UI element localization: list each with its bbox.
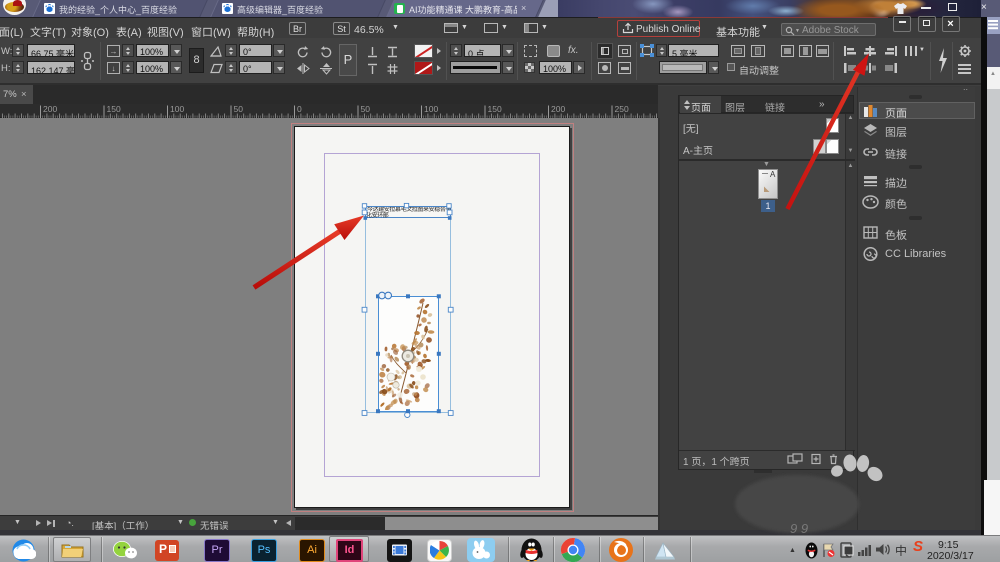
svg-text:50: 50 bbox=[361, 104, 371, 114]
svg-text:9 9: 9 9 bbox=[790, 521, 808, 535]
svg-text:250: 250 bbox=[615, 104, 629, 114]
svg-text:150: 150 bbox=[107, 104, 121, 114]
svg-text:100: 100 bbox=[170, 104, 184, 114]
svg-text:0: 0 bbox=[297, 104, 302, 114]
svg-text:200: 200 bbox=[551, 104, 565, 114]
svg-text:200: 200 bbox=[43, 104, 57, 114]
svg-text:50: 50 bbox=[234, 104, 244, 114]
svg-text:150: 150 bbox=[488, 104, 502, 114]
svg-text:100: 100 bbox=[424, 104, 438, 114]
